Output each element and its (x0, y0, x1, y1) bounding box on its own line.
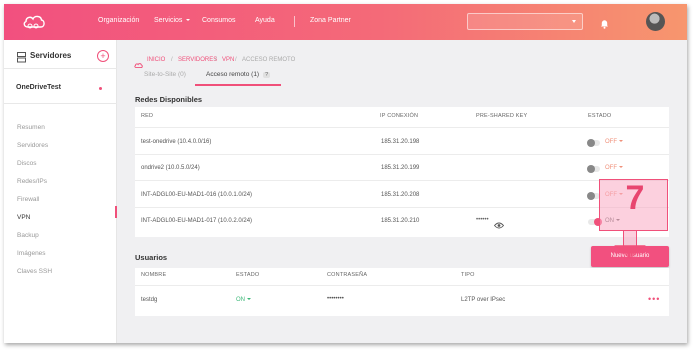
row-divider (135, 154, 669, 155)
row-divider (135, 285, 669, 286)
sidebar-divider (4, 68, 117, 69)
server-select[interactable] (467, 13, 583, 30)
network-name: test-onedrive (10.4.0.0/16) (141, 139, 212, 145)
col-estado: ESTADO (236, 272, 260, 278)
top-bar: Organización Servicios Consumos Ayuda Zo… (4, 4, 687, 40)
nav-divider (294, 16, 295, 27)
networks-title: Redes Disponibles (135, 95, 203, 104)
network-state-label: OFF (605, 139, 617, 145)
nav-organizacion[interactable]: Organización (98, 17, 139, 24)
breadcrumb-home[interactable]: INICIO (147, 57, 165, 63)
network-toggle[interactable] (587, 165, 600, 173)
nav-servicios-label: Servicios (154, 17, 183, 24)
network-name: INT-ADGL00-EU-MAD1-017 (10.0.2.0/24) (141, 218, 253, 224)
network-ip: 185.31.20.208 (381, 192, 420, 198)
breadcrumb-separator: / (235, 57, 237, 63)
user-state[interactable]: ON (236, 297, 251, 303)
sidebar-item-resumen[interactable]: Resumen (17, 124, 45, 131)
preshared-key: •••••• (476, 217, 489, 223)
sidebar-item-vpn[interactable]: VPN (17, 214, 30, 221)
chevron-down-icon (619, 140, 623, 143)
nav-ayuda[interactable]: Ayuda (255, 17, 275, 24)
breadcrumb-separator: / (215, 57, 217, 63)
users-table (135, 268, 669, 316)
sidebar-item-servidores[interactable]: Servidores (17, 142, 48, 149)
annotation-step-number: 7 (625, 179, 645, 217)
home-icon[interactable] (134, 56, 143, 74)
network-state[interactable]: OFF (605, 139, 623, 145)
network-ip: 185.31.20.210 (381, 218, 420, 224)
nav-zona-partner[interactable]: Zona Partner (310, 17, 351, 24)
active-tab-underline (195, 84, 281, 86)
tab-site-to-site[interactable]: Site-to-Site (0) (144, 71, 186, 78)
more-options-icon[interactable]: ••• (648, 294, 660, 304)
network-state[interactable]: OFF (605, 165, 623, 171)
row-divider (135, 180, 669, 181)
sidebar-item-imagenes[interactable]: Imágenes (17, 250, 46, 257)
breadcrumb-separator: / (171, 57, 173, 63)
col-nombre: NOMBRE (141, 272, 167, 278)
sidebar-item-claves-ssh[interactable]: Claves SSH (17, 268, 52, 275)
app-window: Organización Servicios Consumos Ayuda Zo… (4, 4, 687, 343)
breadcrumb-vpn[interactable]: VPN (222, 57, 234, 63)
user-type: L2TP over IPsec (461, 297, 506, 303)
annotation-arrow-head (614, 245, 646, 259)
col-estado: ESTADO (588, 113, 612, 119)
sidebar-item-redes[interactable]: Redes/IPs (17, 178, 47, 185)
server-status-dot (99, 87, 102, 90)
user-name: testdg (141, 297, 158, 303)
tab-acceso-remoto[interactable]: Acceso remoto (1)? (206, 71, 271, 78)
chevron-down-icon (186, 19, 191, 22)
avatar[interactable] (646, 12, 665, 31)
col-ip: IP CONEXIÓN (380, 113, 419, 119)
sidebar-active-indicator (115, 206, 117, 218)
sidebar-divider (4, 103, 117, 104)
bell-icon[interactable] (600, 16, 609, 34)
sidebar-title: Servidores (30, 51, 72, 60)
add-server-button[interactable]: + (97, 50, 109, 62)
eye-icon[interactable] (493, 216, 505, 234)
tab-acceso-remoto-label: Acceso remoto (1) (206, 71, 260, 78)
network-name: ondrive2 (10.0.5.0/24) (141, 165, 200, 171)
users-title: Usuarios (135, 253, 168, 262)
row-divider (135, 127, 669, 128)
col-contrasena: CONTRASEÑA (327, 272, 368, 278)
sidebar-item-firewall[interactable]: Firewall (17, 196, 39, 203)
nav-servicios[interactable]: Servicios (154, 17, 191, 24)
breadcrumb-servers[interactable]: SERVIDORES (178, 57, 217, 63)
tab-badge: ? (263, 72, 271, 78)
chevron-down-icon (572, 20, 576, 23)
server-icon (17, 50, 26, 68)
user-state-label: ON (236, 297, 245, 303)
chevron-down-icon (247, 298, 251, 301)
network-ip: 185.31.20.198 (381, 139, 420, 145)
row-divider (135, 207, 669, 208)
network-ip: 185.31.20.199 (381, 165, 420, 171)
cloud-logo-icon[interactable] (22, 14, 46, 34)
chevron-down-icon (619, 166, 623, 169)
network-toggle[interactable] (587, 139, 600, 147)
user-password: •••••••• (327, 296, 344, 302)
sidebar-item-backup[interactable]: Backup (17, 232, 39, 239)
sidebar-item-discos[interactable]: Discos (17, 160, 37, 167)
annotation-arrow-stem (623, 231, 637, 246)
col-psk: PRE-SHARED KEY (476, 113, 528, 119)
col-red: RED (141, 113, 154, 119)
sidebar: Servidores + OneDriveTest Resumen Servid… (4, 40, 117, 343)
sidebar-server-name[interactable]: OneDriveTest (16, 84, 61, 91)
col-tipo: TIPO (461, 272, 475, 278)
nav-consumos[interactable]: Consumos (202, 17, 235, 24)
toggle-knob (587, 192, 595, 200)
network-name: INT-ADGL00-EU-MAD1-016 (10.0.1.0/24) (141, 192, 253, 198)
toggle-knob (587, 139, 595, 147)
network-state-label: OFF (605, 165, 617, 171)
toggle-knob (587, 165, 595, 173)
breadcrumb-current: ACCESO REMOTO (242, 57, 296, 63)
